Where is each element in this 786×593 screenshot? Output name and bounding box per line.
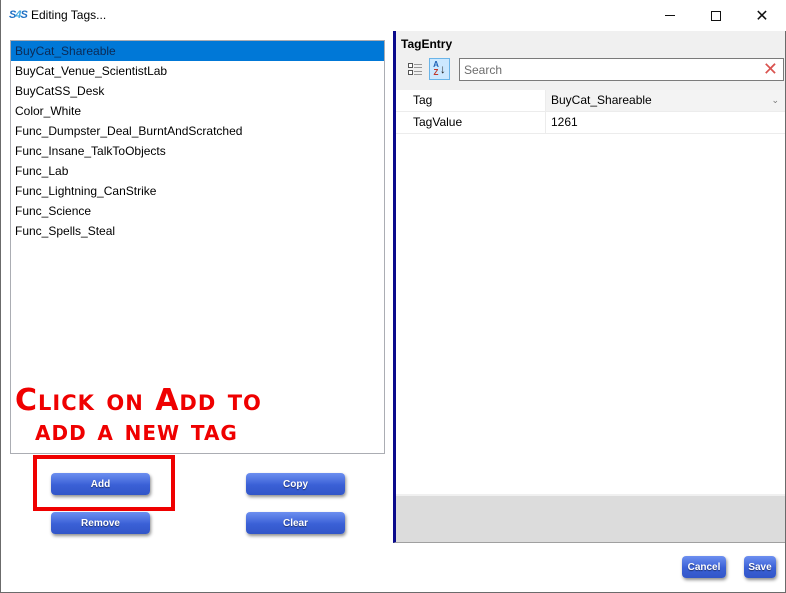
tag-list-item[interactable]: Func_Lightning_CanStrike — [11, 181, 384, 201]
window-title: Editing Tags... — [31, 8, 107, 22]
clear-button[interactable]: Clear — [246, 512, 345, 534]
save-button[interactable]: Save — [744, 556, 776, 578]
minimize-button[interactable] — [647, 0, 693, 31]
property-value-field[interactable]: 1261 — [546, 112, 785, 133]
close-icon: ✕ — [755, 5, 769, 25]
property-grid-rows: Tag BuyCat_Shareable ⌄ TagValue 1261 — [396, 90, 785, 494]
title-bar: S4S Editing Tags... ✕ — [1, 0, 786, 31]
property-description-area — [396, 494, 785, 542]
remove-button[interactable]: Remove — [51, 512, 150, 534]
annotation-line-1: Click on Add to — [15, 383, 262, 418]
search-box: ✕ — [459, 58, 784, 81]
tag-list-item[interactable]: Func_Spells_Steal — [11, 221, 384, 241]
minimize-icon — [665, 15, 675, 16]
maximize-button[interactable] — [693, 0, 739, 31]
down-arrow-icon: ↓ — [439, 62, 446, 76]
tag-list-item[interactable]: BuyCat_Venue_ScientistLab — [11, 61, 384, 81]
tag-list-item[interactable]: Func_Science — [11, 201, 384, 221]
chevron-down-icon[interactable]: ⌄ — [771, 90, 779, 111]
editing-tags-dialog: S4S Editing Tags... ✕ BuyCat_Shareable B… — [0, 0, 786, 593]
property-value: BuyCat_Shareable — [551, 93, 652, 107]
app-icon: S4S — [9, 9, 28, 21]
maximize-icon — [711, 10, 721, 21]
property-value-dropdown[interactable]: BuyCat_Shareable ⌄ — [546, 90, 785, 111]
copy-button[interactable]: Copy — [246, 473, 345, 495]
property-row-tag[interactable]: Tag BuyCat_Shareable ⌄ — [396, 90, 785, 112]
property-name: Tag — [396, 90, 546, 111]
property-grid-header: TagEntry — [401, 37, 453, 51]
clear-search-icon[interactable]: ✕ — [763, 60, 778, 79]
tag-list-item[interactable]: BuyCat_Shareable — [11, 41, 384, 61]
sort-alphabetical-button[interactable]: AZ ↓ — [429, 58, 450, 80]
annotation-line-2: add a new tag — [35, 414, 238, 447]
cancel-button[interactable]: Cancel — [682, 556, 726, 578]
annotation-text: Click on Add to add a new tag — [15, 386, 262, 446]
categorized-view-button[interactable] — [408, 60, 426, 78]
property-row-tagvalue[interactable]: TagValue 1261 — [396, 112, 785, 134]
property-name: TagValue — [396, 112, 546, 133]
tag-list-item[interactable]: Func_Insane_TalkToObjects — [11, 141, 384, 161]
tag-list-item[interactable]: Func_Lab — [11, 161, 384, 181]
tag-list-item[interactable]: Func_Dumpster_Deal_BurntAndScratched — [11, 121, 384, 141]
tag-list-item[interactable]: Color_White — [11, 101, 384, 121]
categorized-view-icon — [408, 63, 426, 68]
tag-list-item[interactable]: BuyCatSS_Desk — [11, 81, 384, 101]
close-button[interactable]: ✕ — [739, 0, 785, 31]
sort-alphabetical-icon: AZ — [433, 60, 439, 77]
property-grid: TagEntry AZ ↓ ✕ Tag BuyCat_Shareable ⌄ T… — [393, 31, 785, 543]
search-input[interactable] — [460, 59, 750, 80]
annotation-highlight-box — [33, 455, 175, 511]
